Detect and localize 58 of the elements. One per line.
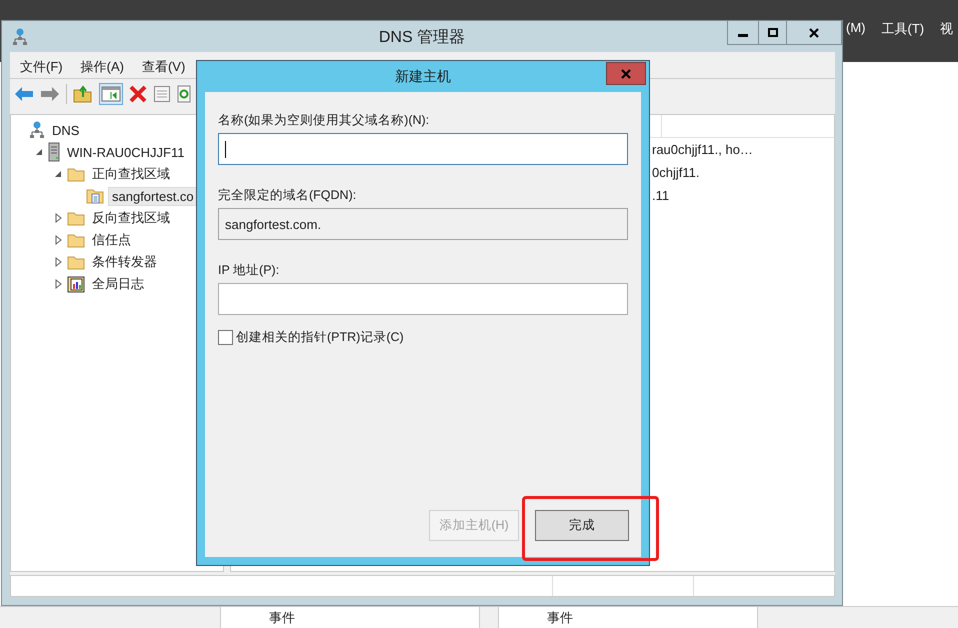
dialog-title: 新建主机 — [395, 68, 451, 86]
input-field[interactable] — [218, 133, 628, 165]
delete-icon[interactable] — [129, 85, 147, 103]
checkbox[interactable] — [218, 330, 233, 345]
close-button[interactable] — [786, 20, 842, 45]
field-label: IP 地址(P): — [218, 262, 280, 278]
fqdn-field: sangfortest.com. — [218, 208, 628, 240]
collapse-arrow-icon[interactable] — [53, 169, 63, 179]
checkbox-label: 创建相关的指针(PTR)记录(C) — [236, 329, 404, 346]
folder-document-icon — [86, 188, 104, 204]
folder-icon — [67, 232, 85, 248]
folder-icon — [67, 210, 85, 226]
server-icon — [48, 142, 60, 162]
properties-icon[interactable] — [153, 85, 171, 103]
refresh-icon[interactable] — [177, 85, 191, 103]
folder-icon — [67, 166, 85, 182]
maximize-icon — [768, 28, 778, 38]
close-icon — [621, 68, 631, 78]
close-icon — [809, 28, 819, 38]
menu-item[interactable]: 文件(F) — [20, 58, 63, 78]
forward-arrow-icon[interactable] — [40, 86, 60, 102]
tree-item[interactable]: 反向查找区域 — [89, 208, 173, 228]
menu-item[interactable]: 视 — [940, 20, 954, 38]
window-title: DNS 管理器 — [378, 29, 466, 46]
tree-item[interactable]: sangfortest.co — [108, 186, 198, 206]
network-icon — [29, 121, 45, 139]
tree-item[interactable]: WIN-RAU0CHJJF11 — [64, 144, 188, 160]
list-cell: 0chjjf11. — [652, 165, 700, 180]
minimize-button[interactable] — [727, 20, 759, 45]
log-book-icon — [67, 276, 85, 292]
tree-item[interactable]: 信任点 — [89, 230, 134, 250]
tree-item[interactable]: 正向查找区域 — [89, 164, 173, 184]
panel-label: 事件 — [547, 610, 573, 625]
field-label: 名称(如果为空则使用其父域名称)(N): — [218, 112, 430, 128]
minimize-icon — [738, 34, 748, 37]
list-cell: rau0chjjf11., ho… — [652, 142, 753, 157]
menu-item[interactable]: (M) — [846, 20, 866, 38]
panel-label: 事件 — [269, 610, 295, 625]
network-icon — [12, 28, 28, 46]
input-field[interactable] — [218, 283, 628, 315]
back-arrow-icon[interactable] — [14, 86, 34, 102]
field-label: 完全限定的域名(FQDN): — [218, 187, 358, 203]
menu-item[interactable]: 操作(A) — [80, 58, 124, 78]
expand-arrow-icon[interactable] — [53, 235, 63, 245]
done-button[interactable]: 完成 — [535, 510, 629, 541]
folder-icon — [67, 254, 85, 270]
menu-item[interactable]: 工具(T) — [882, 20, 924, 38]
list-cell: .11 — [652, 188, 670, 203]
tree-item[interactable]: DNS — [49, 122, 82, 138]
tree-item[interactable]: 条件转发器 — [89, 252, 160, 272]
menu-item[interactable]: 查看(V) — [142, 58, 186, 78]
expand-arrow-icon[interactable] — [53, 257, 63, 267]
collapse-arrow-icon[interactable] — [34, 147, 44, 157]
folder-up-icon[interactable] — [73, 85, 93, 103]
tree-item[interactable]: 全局日志 — [89, 274, 147, 294]
expand-arrow-icon[interactable] — [53, 279, 63, 289]
expand-arrow-icon[interactable] — [53, 213, 63, 223]
console-window-icon[interactable] — [99, 83, 123, 105]
